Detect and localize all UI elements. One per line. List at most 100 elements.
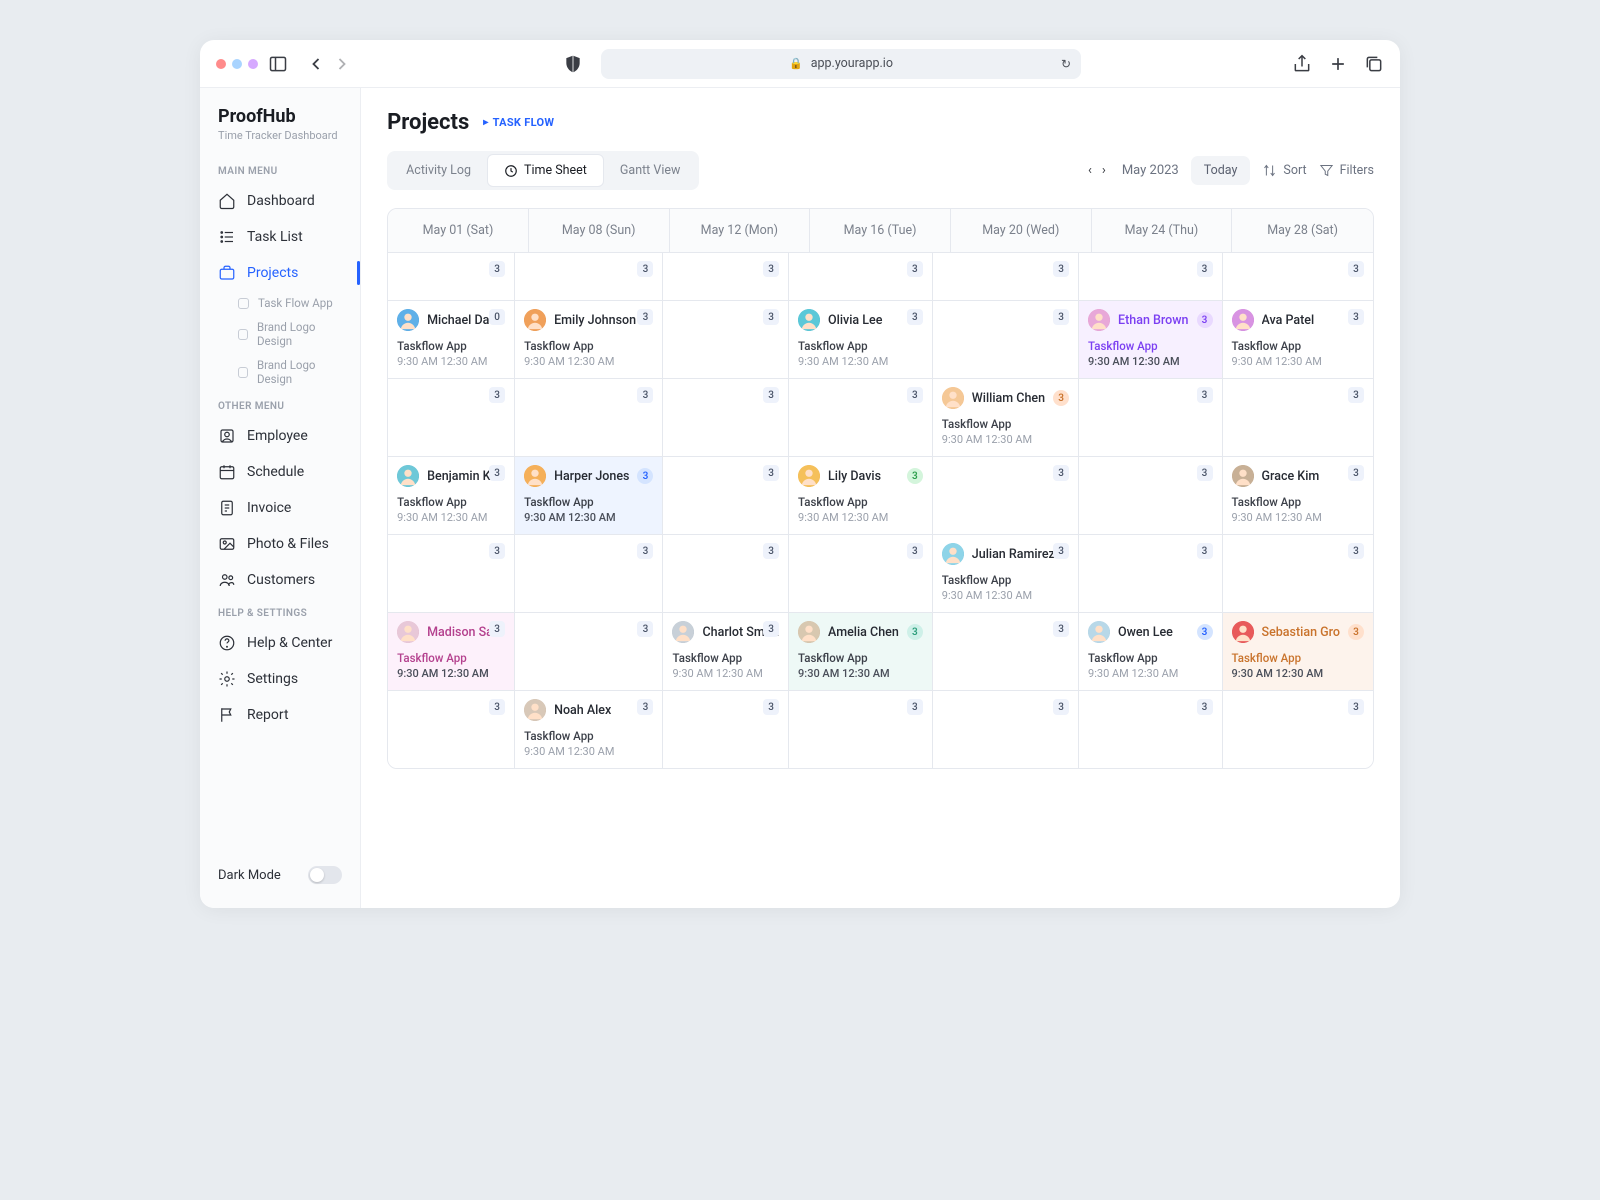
sidebar-item-customers[interactable]: Customers <box>200 562 360 598</box>
timesheet-cell[interactable]: 3 <box>388 690 515 768</box>
timesheet-cell[interactable]: 3 <box>515 612 663 690</box>
sidebar-item-photofiles[interactable]: Photo & Files <box>200 526 360 562</box>
sidebar-item-projects[interactable]: Projects <box>200 255 360 291</box>
window-controls[interactable] <box>216 59 258 69</box>
timesheet-cell[interactable]: 3Harper Jones3Taskflow App9:30 AM 12:30 … <box>515 456 663 534</box>
timesheet-cell[interactable]: 3 <box>933 300 1079 378</box>
share-icon[interactable] <box>1292 54 1312 74</box>
timesheet-cell[interactable]: 3William Chen3Taskflow App9:30 AM 12:30 … <box>933 378 1079 456</box>
person-row: Ava Patel <box>1232 309 1364 331</box>
sidebar-item-tasklist[interactable]: Task List <box>200 219 360 255</box>
timesheet-cell[interactable]: 3 <box>933 612 1079 690</box>
timesheet-cell[interactable]: 3Amelia Chen3Taskflow App9:30 AM 12:30 A… <box>789 612 933 690</box>
browser-forward-icon[interactable] <box>332 54 352 74</box>
cell-count-badge: 3 <box>1348 543 1364 559</box>
timesheet-cell[interactable]: 3 <box>1079 690 1222 768</box>
timesheet-cell[interactable]: 3Owen Lee3Taskflow App9:30 AM 12:30 AM <box>1079 612 1222 690</box>
month-prev-icon[interactable]: ‹ <box>1088 163 1092 178</box>
timesheet-cell[interactable]: 3Lily Davis3Taskflow App9:30 AM 12:30 AM <box>789 456 933 534</box>
timesheet-cell[interactable]: 3 <box>1079 456 1222 534</box>
timesheet-cell[interactable]: 3 <box>388 378 515 456</box>
timesheet-cell[interactable]: 3 <box>933 690 1079 768</box>
timesheet-cell[interactable]: 3Ava PatelTaskflow App9:30 AM 12:30 AM <box>1223 300 1373 378</box>
avatar <box>397 309 419 331</box>
timesheet-cell[interactable]: 3Benjamin KimTaskflow App9:30 AM 12:30 A… <box>388 456 515 534</box>
cell-count-badge: 3 <box>1348 699 1364 715</box>
sidebar-item-dashboard[interactable]: Dashboard <box>200 183 360 219</box>
dark-mode-toggle[interactable]: Dark Mode <box>200 856 360 894</box>
timesheet-cell[interactable]: 3 <box>515 252 663 300</box>
timesheet-cell[interactable]: 3 <box>1223 690 1373 768</box>
timesheet-cell[interactable]: 3 <box>663 690 789 768</box>
timesheet-cell[interactable]: 3 <box>515 378 663 456</box>
timesheet-cell[interactable]: 3 <box>1223 252 1373 300</box>
timesheet-cell[interactable]: 3 <box>789 690 933 768</box>
cell-count-badge: 3 <box>489 387 505 403</box>
sidebar-item-invoice[interactable]: Invoice <box>200 490 360 526</box>
timesheet-cell[interactable]: 3 <box>1223 378 1373 456</box>
timesheet-cell[interactable]: 3 <box>1079 378 1222 456</box>
timesheet-cell[interactable]: 3 <box>789 534 933 612</box>
timesheet-cell[interactable]: 3Charlot SmithTaskflow App9:30 AM 12:30 … <box>663 612 789 690</box>
sidebar-item-report[interactable]: Report <box>200 697 360 733</box>
timesheet-cell[interactable]: 3 <box>1079 252 1222 300</box>
today-button[interactable]: Today <box>1191 156 1251 185</box>
timesheet-cell[interactable]: 3 <box>663 378 789 456</box>
new-tab-icon[interactable] <box>1328 54 1348 74</box>
toggle-switch[interactable] <box>308 866 342 884</box>
breadcrumb[interactable]: TASK FLOW <box>483 116 554 129</box>
timesheet-cell[interactable]: 3Sebastian Gro3Taskflow App9:30 AM 12:30… <box>1223 612 1373 690</box>
tab-gantt-view[interactable]: Gantt View <box>604 154 697 187</box>
timesheet-cell[interactable]: 3 <box>388 252 515 300</box>
tab-time-sheet[interactable]: Time Sheet <box>487 154 604 187</box>
sidebar-toggle-icon[interactable] <box>268 54 288 74</box>
reload-icon[interactable]: ↻ <box>1061 57 1071 71</box>
timesheet-cell[interactable]: 3 <box>663 252 789 300</box>
timesheet-cell[interactable]: 3 <box>789 252 933 300</box>
cell-count-badge: 3 <box>1053 261 1069 277</box>
brand-name: ProofHub <box>218 106 342 127</box>
timesheet-cell[interactable]: 3 <box>388 534 515 612</box>
timesheet-cell[interactable]: 3 <box>515 534 663 612</box>
cell-count-badge: 3 <box>907 543 923 559</box>
sidebar-sub-brand2[interactable]: Brand Logo Design <box>200 353 360 391</box>
timesheet-cell[interactable]: 3Olivia LeeTaskflow App9:30 AM 12:30 AM <box>789 300 933 378</box>
browser-back-icon[interactable] <box>306 54 326 74</box>
timesheet-cell[interactable]: 3 <box>1223 534 1373 612</box>
timesheet-cell[interactable]: 3 <box>1079 534 1222 612</box>
sidebar-item-settings[interactable]: Settings <box>200 661 360 697</box>
task-title: Taskflow App <box>1088 651 1212 665</box>
timesheet-cell[interactable]: 3 <box>663 456 789 534</box>
filters-button[interactable]: Filters <box>1319 163 1374 178</box>
task-title: Taskflow App <box>397 495 505 509</box>
section-help-settings: HELP & SETTINGS <box>200 598 360 625</box>
avatar <box>942 543 964 565</box>
shield-icon[interactable] <box>563 54 583 74</box>
tab-activity-log[interactable]: Activity Log <box>390 154 487 187</box>
sort-button[interactable]: Sort <box>1262 163 1306 178</box>
sidebar-sub-brand1[interactable]: Brand Logo Design <box>200 315 360 353</box>
timesheet-cell[interactable]: 3Julian RamirezTaskflow App9:30 AM 12:30… <box>933 534 1079 612</box>
task-time: 9:30 AM 12:30 AM <box>1232 511 1364 524</box>
timesheet-cell[interactable]: 3Grace KimTaskflow App9:30 AM 12:30 AM <box>1223 456 1373 534</box>
tabs-icon[interactable] <box>1364 54 1384 74</box>
person-badge: 3 <box>637 468 653 484</box>
brand-subtitle: Time Tracker Dashboard <box>218 129 342 142</box>
sidebar-item-helpcenter[interactable]: Help & Center <box>200 625 360 661</box>
timesheet-cell[interactable]: 3 <box>789 378 933 456</box>
month-next-icon[interactable]: › <box>1102 163 1106 178</box>
sidebar-sub-taskflow[interactable]: Task Flow App <box>200 291 360 315</box>
timesheet-cell[interactable]: 3Ethan Brown3Taskflow App9:30 AM 12:30 A… <box>1079 300 1222 378</box>
timesheet-cell[interactable]: 3Emily JohnsonTaskflow App9:30 AM 12:30 … <box>515 300 663 378</box>
timesheet-cell[interactable]: 3 <box>933 456 1079 534</box>
timesheet-cell[interactable]: 0Michael DavisTaskflow App9:30 AM 12:30 … <box>388 300 515 378</box>
person-badge: 3 <box>907 624 923 640</box>
sidebar-item-schedule[interactable]: Schedule <box>200 454 360 490</box>
timesheet-cell[interactable]: 3 <box>933 252 1079 300</box>
timesheet-cell[interactable]: 3Noah AlexTaskflow App9:30 AM 12:30 AM <box>515 690 663 768</box>
timesheet-cell[interactable]: 3 <box>663 300 789 378</box>
url-bar[interactable]: 🔒 app.yourapp.io ↻ <box>601 49 1081 79</box>
timesheet-cell[interactable]: 3 <box>663 534 789 612</box>
sidebar-item-employee[interactable]: Employee <box>200 418 360 454</box>
timesheet-cell[interactable]: 3Madison SanTaskflow App9:30 AM 12:30 AM <box>388 612 515 690</box>
